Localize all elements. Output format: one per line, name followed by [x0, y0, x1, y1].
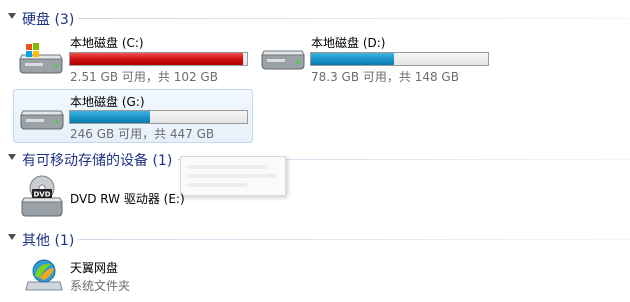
capacity-bar — [69, 110, 248, 124]
drive-g[interactable]: 本地磁盘 (G:) 246 GB 可用，共 447 GB — [13, 89, 253, 143]
item-name: 天翼网盘 — [70, 261, 119, 275]
group-title: 有可移动存储的设备 (1) — [22, 153, 173, 169]
drive-name: DVD RW 驱动器 (E:) — [70, 192, 185, 206]
group-header-removable[interactable]: 有可移动存储的设备 (1) — [0, 149, 630, 169]
drive-name: 本地磁盘 (D:) — [311, 36, 386, 50]
group-header-other[interactable]: 其他 (1) — [0, 229, 630, 249]
group-divider — [78, 18, 630, 19]
hard-drive-icon — [261, 50, 305, 70]
group-title: 硬盘 (3) — [22, 12, 75, 28]
collapse-chevron-icon[interactable] — [8, 13, 16, 19]
capacity-bar — [69, 52, 248, 66]
group-divider — [78, 239, 630, 240]
collapse-chevron-icon[interactable] — [8, 154, 16, 160]
dvd-label: DVD — [33, 191, 50, 199]
drive-name: 本地磁盘 (C:) — [70, 36, 144, 50]
drive-d[interactable]: 本地磁盘 (D:) 78.3 GB 可用，共 148 GB — [256, 31, 492, 84]
drive-c[interactable]: 本地磁盘 (C:) 2.51 GB 可用，共 102 GB — [14, 31, 250, 84]
group-header-hard-disks[interactable]: 硬盘 (3) — [0, 8, 630, 28]
dvd-drive-e[interactable]: DVD DVD RW 驱动器 (E:) — [14, 172, 214, 218]
drive-usage: 246 GB 可用，共 447 GB — [70, 127, 215, 141]
capacity-bar-fill — [70, 53, 243, 65]
dvd-drive-icon: DVD — [21, 175, 63, 217]
cloud-drive-item[interactable]: 天翼网盘 系统文件夹 — [14, 254, 214, 296]
item-subtitle: 系统文件夹 — [70, 279, 131, 293]
group-title: 其他 (1) — [22, 233, 75, 249]
drive-usage: 78.3 GB 可用，共 148 GB — [311, 70, 459, 84]
collapse-chevron-icon[interactable] — [8, 234, 16, 240]
cloud-drive-icon — [25, 259, 63, 291]
windows-system-drive-icon — [19, 43, 63, 74]
capacity-bar-fill — [70, 111, 150, 123]
capacity-bar-fill — [311, 53, 395, 65]
hard-drive-icon — [20, 110, 64, 130]
capacity-bar — [310, 52, 489, 66]
drive-usage: 2.51 GB 可用，共 102 GB — [70, 70, 218, 84]
drive-name: 本地磁盘 (G:) — [70, 95, 145, 109]
